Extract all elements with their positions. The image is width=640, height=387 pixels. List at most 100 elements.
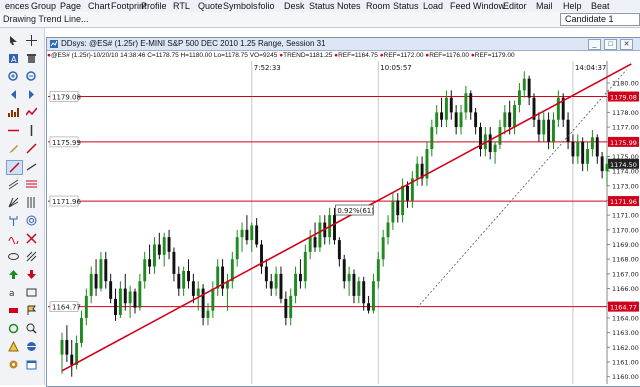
candle-body <box>133 291 137 308</box>
candle-body <box>318 222 322 248</box>
candle-body <box>250 225 254 241</box>
candle-body <box>440 112 444 120</box>
candle-body <box>381 237 385 260</box>
candle-body <box>264 266 268 282</box>
time-marker-label: 10:05:57 <box>380 64 411 72</box>
candle-body <box>255 225 259 245</box>
candle-body <box>376 259 380 282</box>
ref-axis-tag-label: 1175.99 <box>610 139 637 147</box>
candle-body <box>474 112 478 128</box>
candle-body <box>104 259 108 282</box>
y-tick-label: 1163.00 <box>612 329 639 337</box>
candle-body <box>313 237 317 248</box>
candle-body <box>211 288 215 311</box>
y-tick-label: 1178.00 <box>612 109 639 117</box>
candle-body <box>605 163 609 172</box>
candle-body <box>537 119 541 135</box>
candle-body <box>430 127 434 150</box>
candle-body <box>547 119 551 142</box>
candle-body <box>552 119 555 142</box>
candle-body <box>303 251 307 282</box>
y-tick-label: 1177.00 <box>612 124 639 132</box>
candle-body <box>245 229 249 241</box>
candle-body <box>464 93 468 113</box>
candle-body <box>517 90 521 106</box>
candle-body <box>352 273 356 296</box>
candle-body <box>595 137 599 157</box>
candle-body <box>522 78 526 91</box>
candle-body <box>274 273 278 289</box>
y-tick-label: 1164.00 <box>612 314 639 322</box>
y-tick-label: 1166.00 <box>612 285 639 293</box>
candle-body <box>566 119 570 142</box>
candle-body <box>70 354 74 365</box>
price-chart[interactable]: 1180.001179.001178.001177.001176.001175.… <box>0 0 640 385</box>
candle-body <box>191 281 195 296</box>
candle-body <box>396 200 400 216</box>
candle-body <box>279 273 283 299</box>
candle-body <box>576 141 580 157</box>
candle-body <box>459 112 463 128</box>
candle-body <box>435 112 439 128</box>
y-tick-label: 1171.00 <box>612 212 639 220</box>
candle-body <box>123 288 127 304</box>
candle-body <box>590 137 594 150</box>
y-tick-label: 1168.00 <box>612 256 639 264</box>
candle-body <box>371 281 375 311</box>
last-price-label: 1174.50 <box>610 161 637 169</box>
candle-body <box>128 291 132 304</box>
candle-body <box>357 281 361 296</box>
candle-body <box>196 288 200 296</box>
y-tick-label: 1161.00 <box>612 358 639 366</box>
y-tick-label: 1167.00 <box>612 270 639 278</box>
y-tick-label: 1180.00 <box>612 80 639 88</box>
time-marker-label: 14:04:37 <box>575 64 606 72</box>
candle-body <box>240 229 244 238</box>
candle-body <box>269 281 273 289</box>
candle-body <box>235 237 239 260</box>
candle-body <box>508 112 512 128</box>
candle-body <box>60 339 64 355</box>
candle-body <box>493 144 497 153</box>
candle-body <box>89 273 93 296</box>
candle-body <box>581 141 585 164</box>
candle-body <box>294 273 298 296</box>
ref-axis-tag-label: 1179.08 <box>610 94 637 102</box>
candle-body <box>162 237 166 255</box>
candle-body <box>444 97 448 120</box>
candle-body <box>80 317 83 343</box>
candle-body <box>118 288 122 315</box>
candle-body <box>308 237 312 252</box>
candle-body <box>488 134 492 153</box>
ref-line-label: 1164.77 <box>52 304 81 312</box>
candle-body <box>298 273 302 282</box>
candle-body <box>94 273 98 289</box>
ref-axis-tag-label: 1164.77 <box>610 304 637 312</box>
y-tick-label: 1162.00 <box>612 344 639 352</box>
candle-body <box>148 259 152 267</box>
ref-axis-tag-label: 1171.96 <box>610 198 637 206</box>
candle-body <box>65 339 69 355</box>
candle-body <box>289 295 293 318</box>
candle-body <box>454 112 458 128</box>
candle-body <box>201 288 205 318</box>
candle-body <box>571 141 575 157</box>
candle-body <box>391 200 395 223</box>
plot-area <box>48 61 607 384</box>
candle-body <box>362 281 366 304</box>
candle-body <box>406 185 409 201</box>
candle-body <box>513 105 517 128</box>
candle-body <box>177 273 181 289</box>
candle-body <box>449 97 453 113</box>
ref-line-label: 1179.08 <box>52 94 81 102</box>
candle-body <box>172 251 176 274</box>
candle-body <box>84 295 88 318</box>
candle-body <box>503 112 507 128</box>
candle-body <box>284 298 288 318</box>
candle-body <box>157 244 161 255</box>
candle-body <box>337 240 341 260</box>
candle-body <box>99 259 103 289</box>
candle-body <box>469 93 473 113</box>
candle-body <box>347 273 351 282</box>
candle-body <box>542 119 546 135</box>
